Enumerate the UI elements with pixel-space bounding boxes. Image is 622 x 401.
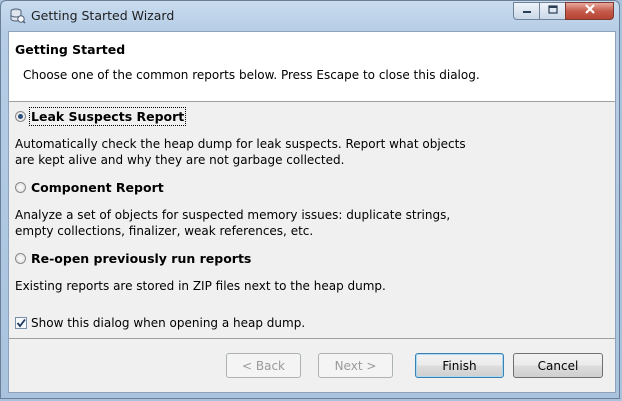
page-title: Getting Started (15, 42, 126, 57)
title-bar: Getting Started Wizard (1, 1, 619, 31)
description-line: are kept alive and why they are not garb… (15, 153, 345, 167)
radio-leak-suspects[interactable]: Leak Suspects Report (15, 107, 187, 126)
description-line: Automatically check the heap dump for le… (15, 137, 466, 151)
dialog-content: Getting Started Choose one of the common… (8, 31, 616, 393)
radio-indicator[interactable] (15, 253, 26, 264)
back-button[interactable]: < Back (226, 353, 301, 378)
description-line: Analyze a set of objects for suspected m… (15, 208, 451, 222)
wizard-header: Getting Started Choose one of the common… (9, 32, 615, 102)
database-icon (9, 7, 26, 24)
page-description: Choose one of the common reports below. … (23, 68, 480, 82)
component-report-description: Analyze a set of objects for suspected m… (15, 207, 495, 239)
radio-label-component-report[interactable]: Component Report (31, 180, 164, 195)
window-title: Getting Started Wizard (31, 8, 175, 23)
wizard-window: Getting Started Wizard Getting Started C… (0, 0, 620, 399)
leak-suspects-description: Automatically check the heap dump for le… (15, 136, 495, 168)
close-button[interactable] (565, 2, 614, 20)
cancel-button[interactable]: Cancel (513, 353, 603, 378)
radio-label-leak-suspects[interactable]: Leak Suspects Report (28, 107, 187, 126)
maximize-icon (547, 4, 558, 18)
next-button[interactable]: Next > (318, 353, 393, 378)
radio-indicator[interactable] (15, 111, 26, 122)
show-dialog-checkbox[interactable]: Show this dialog when opening a heap dum… (15, 316, 305, 330)
description-line: Existing reports are stored in ZIP files… (15, 279, 386, 293)
checkmark-icon (16, 318, 26, 328)
checkbox-label[interactable]: Show this dialog when opening a heap dum… (31, 316, 305, 330)
maximize-button[interactable] (539, 2, 566, 20)
minimize-button[interactable] (513, 2, 540, 20)
finish-button[interactable]: Finish (415, 353, 504, 378)
description-line: empty collections, finalizer, weak refer… (15, 224, 314, 238)
radio-indicator[interactable] (15, 182, 26, 193)
close-icon (584, 4, 596, 18)
radio-label-reopen-reports[interactable]: Re-open previously run reports (31, 251, 251, 266)
radio-reopen-reports[interactable]: Re-open previously run reports (15, 251, 251, 266)
radio-component-report[interactable]: Component Report (15, 180, 164, 195)
button-separator (9, 338, 615, 339)
checkbox-box[interactable] (15, 317, 27, 329)
minimize-icon (522, 4, 532, 18)
reopen-reports-description: Existing reports are stored in ZIP files… (15, 278, 495, 294)
